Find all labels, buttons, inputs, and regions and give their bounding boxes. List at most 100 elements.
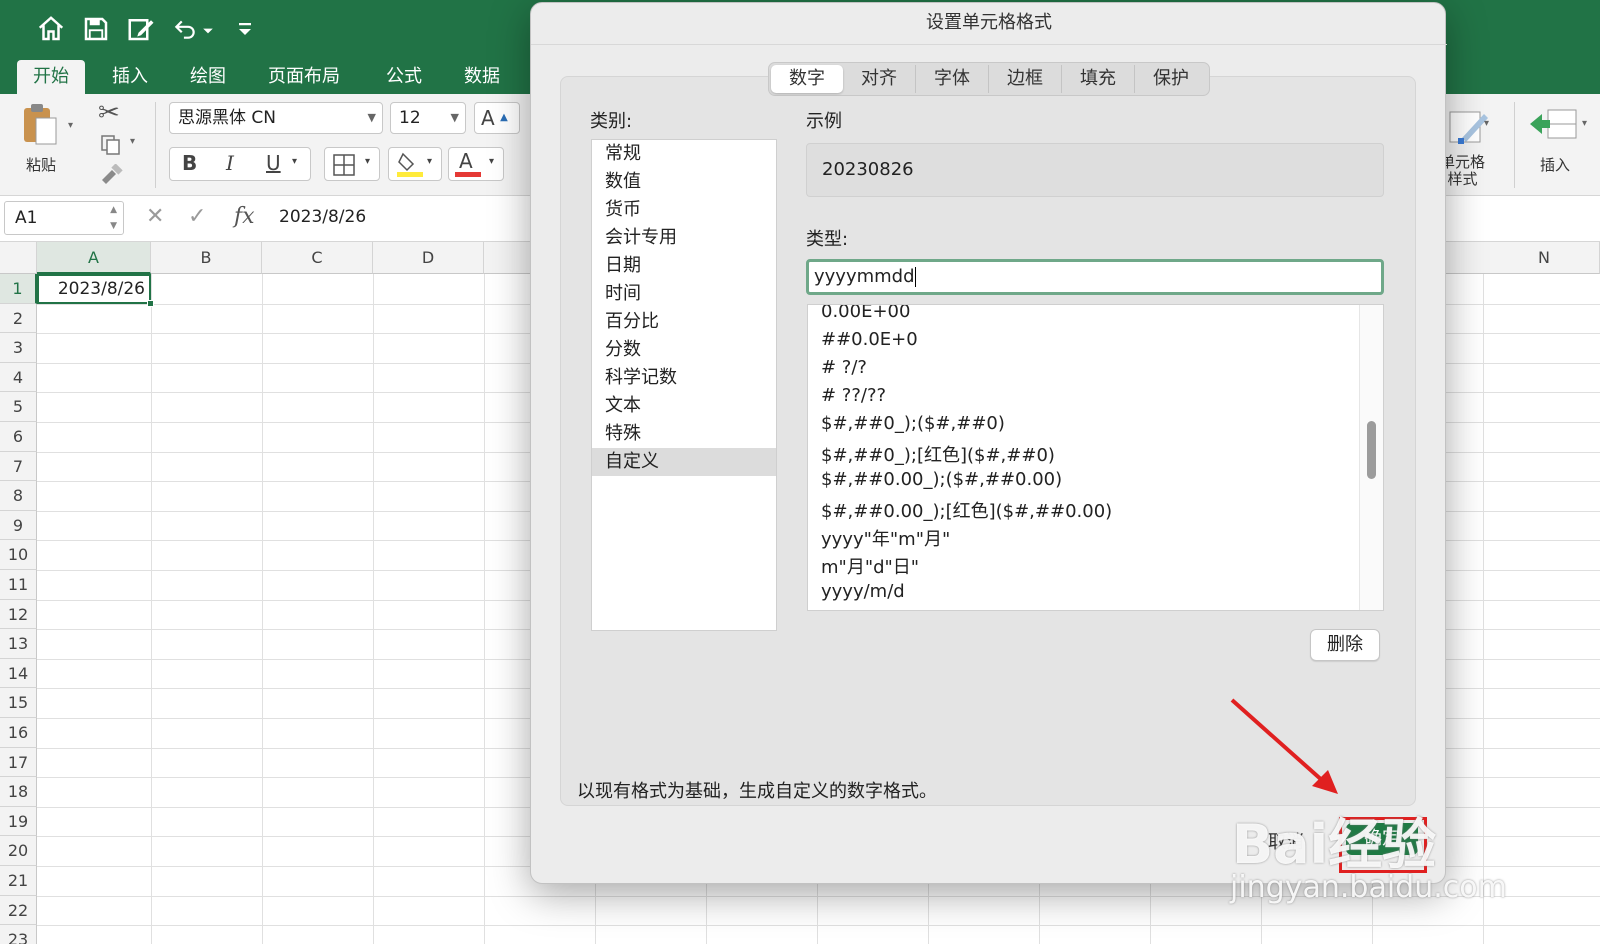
- type-list-item[interactable]: 0.00E+00: [821, 305, 910, 322]
- name-box[interactable]: A1 ▲ ▼: [4, 201, 124, 235]
- row-header[interactable]: 4: [0, 362, 37, 393]
- tab-home[interactable]: 开始: [17, 60, 85, 94]
- underline-button[interactable]: U: [266, 151, 281, 175]
- italic-button[interactable]: I: [226, 151, 234, 175]
- category-accounting[interactable]: 会计专用: [592, 224, 776, 252]
- row-header[interactable]: 12: [0, 599, 37, 630]
- font-name-select[interactable]: 思源黑体 CN ▼: [169, 102, 383, 134]
- row-header[interactable]: 2: [0, 303, 37, 334]
- row-header[interactable]: 5: [0, 392, 37, 422]
- row-header[interactable]: 13: [0, 629, 37, 659]
- row-header[interactable]: 10: [0, 540, 37, 570]
- category-text[interactable]: 文本: [592, 392, 776, 420]
- category-date[interactable]: 日期: [592, 252, 776, 280]
- copy-icon[interactable]: [100, 134, 122, 156]
- copy-dropdown-icon[interactable]: ▾: [130, 136, 135, 147]
- row-header[interactable]: 8: [0, 481, 37, 511]
- tab-font[interactable]: 字体: [916, 65, 989, 93]
- border-button[interactable]: ▾: [324, 147, 380, 181]
- tab-alignment[interactable]: 对齐: [843, 65, 916, 93]
- tab-formulas[interactable]: 公式: [370, 60, 438, 94]
- category-special[interactable]: 特殊: [592, 420, 776, 448]
- customize-toolbar-icon[interactable]: [236, 20, 254, 38]
- cancel-icon[interactable]: ✕: [146, 204, 164, 229]
- type-list-item[interactable]: # ?/?: [821, 357, 867, 378]
- fx-icon[interactable]: fx: [234, 204, 255, 229]
- category-scientific[interactable]: 科学记数: [592, 364, 776, 392]
- category-currency[interactable]: 货币: [592, 196, 776, 224]
- category-number[interactable]: 数值: [592, 168, 776, 196]
- tab-number[interactable]: 数字: [771, 65, 843, 93]
- type-list-scrollbar[interactable]: [1359, 305, 1383, 610]
- name-box-stepper-icon[interactable]: ▲ ▼: [110, 202, 117, 234]
- row-header[interactable]: 1: [0, 274, 37, 304]
- home-icon[interactable]: [36, 14, 66, 44]
- row-header[interactable]: 15: [0, 688, 37, 718]
- row-header[interactable]: 16: [0, 718, 37, 748]
- type-list-item[interactable]: $#,##0.00_);($#,##0.00): [821, 469, 1062, 490]
- tab-page-layout[interactable]: 页面布局: [252, 60, 356, 94]
- tab-fill[interactable]: 填充: [1062, 65, 1135, 93]
- type-list-item[interactable]: $#,##0_);($#,##0): [821, 413, 1005, 434]
- category-list[interactable]: 常规 数值 货币 会计专用 日期 时间 百分比 分数 科学记数 文本 特殊 自定…: [591, 139, 777, 631]
- type-list-item[interactable]: # ??/??: [821, 385, 886, 406]
- scrollbar-thumb[interactable]: [1367, 421, 1376, 479]
- select-all-corner[interactable]: [0, 242, 37, 274]
- cell-styles-dropdown-icon[interactable]: ▾: [1484, 118, 1489, 129]
- category-fraction[interactable]: 分数: [592, 336, 776, 364]
- confirm-icon[interactable]: ✓: [188, 204, 206, 229]
- fill-handle[interactable]: [147, 300, 154, 307]
- row-header[interactable]: 21: [0, 866, 37, 896]
- edit-sheet-icon[interactable]: [126, 14, 156, 44]
- insert-dropdown-icon[interactable]: ▾: [1582, 118, 1587, 129]
- tab-insert[interactable]: 插入: [96, 60, 164, 94]
- grow-font-button[interactable]: A ▲: [474, 102, 520, 134]
- tab-protection[interactable]: 保护: [1135, 65, 1207, 93]
- column-header-b[interactable]: B: [151, 242, 262, 274]
- category-time[interactable]: 时间: [592, 280, 776, 308]
- column-header-a[interactable]: A: [37, 242, 151, 274]
- paste-dropdown-icon[interactable]: ▾: [68, 120, 73, 131]
- row-header[interactable]: 7: [0, 451, 37, 482]
- format-painter-icon[interactable]: [98, 163, 124, 186]
- type-input[interactable]: yyyymmdd: [806, 259, 1384, 295]
- formula-value[interactable]: 2023/8/26: [279, 207, 366, 227]
- type-list-item[interactable]: yyyy"年"m"月": [821, 525, 950, 551]
- row-header[interactable]: 3: [0, 333, 37, 363]
- type-list-item[interactable]: yyyy/m/d: [821, 581, 905, 602]
- row-header[interactable]: 9: [0, 510, 37, 541]
- tab-border[interactable]: 边框: [989, 65, 1062, 93]
- font-color-button[interactable]: A ▾: [448, 147, 504, 181]
- category-custom[interactable]: 自定义: [592, 448, 776, 476]
- bold-button[interactable]: B: [182, 151, 197, 175]
- category-percentage[interactable]: 百分比: [592, 308, 776, 336]
- type-list-item[interactable]: $#,##0_);[红色]($#,##0): [821, 441, 1055, 467]
- column-header-c[interactable]: C: [262, 242, 373, 274]
- delete-button[interactable]: 删除: [1310, 629, 1380, 661]
- row-header[interactable]: 18: [0, 777, 37, 807]
- row-header[interactable]: 6: [0, 422, 37, 452]
- underline-dropdown-icon[interactable]: ▾: [292, 156, 297, 167]
- save-icon[interactable]: [81, 14, 111, 44]
- fill-color-button[interactable]: ▾: [388, 147, 442, 181]
- insert-cells-icon[interactable]: [1528, 104, 1580, 144]
- tab-data[interactable]: 数据: [448, 60, 516, 94]
- type-list-item[interactable]: $#,##0.00_);[红色]($#,##0.00): [821, 497, 1112, 523]
- type-list[interactable]: 0.00E+00 ##0.0E+0 # ?/? # ??/?? $#,##0_)…: [807, 304, 1384, 611]
- row-header[interactable]: 22: [0, 895, 37, 926]
- font-size-select[interactable]: 12 ▼: [390, 102, 466, 134]
- row-header[interactable]: 17: [0, 747, 37, 778]
- undo-dropdown-icon[interactable]: [202, 22, 214, 34]
- type-list-item[interactable]: ##0.0E+0: [821, 329, 918, 350]
- cell-a1[interactable]: 2023/8/26: [37, 274, 154, 307]
- cut-icon[interactable]: ✂: [98, 98, 120, 128]
- undo-icon[interactable]: [172, 14, 198, 44]
- row-header[interactable]: 19: [0, 806, 37, 837]
- tab-draw[interactable]: 绘图: [174, 60, 242, 94]
- column-header-d[interactable]: D: [373, 242, 484, 274]
- row-header[interactable]: 14: [0, 658, 37, 689]
- paste-icon[interactable]: [20, 102, 60, 148]
- category-general[interactable]: 常规: [592, 140, 776, 168]
- type-list-item[interactable]: m"月"d"日": [821, 553, 919, 579]
- row-header[interactable]: 23: [0, 925, 37, 944]
